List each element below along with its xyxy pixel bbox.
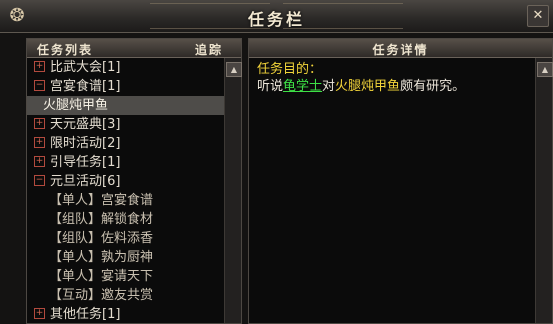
npc-link[interactable]: 龟学士 (283, 79, 322, 94)
task-group-item[interactable]: + 引导任务[1] (27, 153, 224, 172)
expand-icon[interactable]: + (34, 137, 45, 148)
task-item-label: 【组队】解锁食材 (49, 212, 154, 227)
task-item-label: 【单人】孰为厨神 (49, 250, 154, 265)
objective-prefix: 听说 (257, 79, 284, 94)
task-item-label: 【单人】宴请天下 (49, 269, 154, 284)
expand-icon[interactable]: + (34, 61, 45, 72)
task-list: + 比武大会[1] − 宫宴食谱[1] 火腿炖甲鱼 + 天元盛典[3] + 限时活动[2] + 引导… (27, 58, 224, 324)
arrow-up-icon: ▲ (230, 65, 238, 74)
details-scrollbar[interactable]: ▲ (535, 58, 553, 323)
task-item-label: 天元盛典[3] (50, 117, 121, 132)
task-group-item[interactable]: − 宫宴食谱[1] (27, 77, 224, 96)
scroll-up-button[interactable]: ▲ (226, 62, 242, 77)
task-item-label: 元旦活动[6] (50, 174, 121, 189)
expand-icon[interactable]: + (34, 118, 45, 129)
track-button[interactable]: 追踪 (195, 41, 223, 58)
task-details-title: 任务详情 (372, 43, 429, 57)
task-item[interactable]: 【单人】宫宴食谱 (27, 191, 224, 210)
task-list-panel: 任务列表 追踪 + 比武大会[1] − 宫宴食谱[1] 火腿炖甲鱼 + 天元盛典[3] + 限时… (26, 38, 242, 324)
task-list-title: 任务列表 (37, 43, 94, 57)
expand-icon[interactable]: + (34, 156, 45, 167)
expand-icon[interactable]: + (34, 308, 45, 319)
task-item[interactable]: 【组队】解锁食材 (27, 210, 224, 229)
task-item[interactable]: 火腿炖甲鱼 (27, 96, 224, 115)
objective-title: 任务目的： (257, 62, 323, 77)
task-item[interactable]: 【单人】孰为厨神 (27, 248, 224, 267)
objective-mid: 对 (322, 79, 336, 94)
collapse-icon[interactable]: − (34, 175, 45, 186)
title-bar[interactable]: ❂ 任务栏 ✕ (0, 0, 553, 33)
task-list-scrollbar[interactable]: ▲ (224, 58, 242, 323)
details-scroll-up-button[interactable]: ▲ (537, 62, 553, 77)
task-group-item[interactable]: − 元旦活动[6] (27, 172, 224, 191)
task-group-item[interactable]: + 天元盛典[3] (27, 115, 224, 134)
task-item-label: 火腿炖甲鱼 (43, 98, 109, 113)
task-item[interactable]: 【单人】宴请天下 (27, 267, 224, 286)
task-details-panel: 任务详情 任务目的： 听说龟学士对火腿炖甲鱼颇有研究。 ▲ (248, 38, 553, 324)
dish-name: 火腿炖甲鱼 (335, 79, 401, 94)
arrow-up-icon: ▲ (541, 65, 549, 74)
task-details-header: 任务详情 (249, 39, 552, 58)
task-details-content: 任务目的： 听说龟学士对火腿炖甲鱼颇有研究。 (249, 58, 535, 98)
task-item-label: 【单人】宫宴食谱 (49, 193, 154, 208)
task-list-header: 任务列表 追踪 (27, 39, 241, 58)
task-item[interactable]: 【组队】佐料添香 (27, 229, 224, 248)
task-group-item[interactable]: + 比武大会[1] (27, 58, 224, 77)
collapse-icon[interactable]: − (34, 80, 45, 91)
task-item-label: 引导任务[1] (50, 155, 121, 170)
close-icon: ✕ (532, 8, 544, 23)
task-item-label: 【互动】邀友共赏 (49, 288, 154, 303)
task-window: ❂ 任务栏 ✕ 任务列表 追踪 + 比武大会[1] − 宫宴食谱[1] 火腿炖甲鱼 + 天元… (0, 0, 553, 324)
close-button[interactable]: ✕ (527, 5, 549, 27)
task-item-label: 【组队】佐料添香 (49, 231, 154, 246)
task-item-label: 宫宴食谱[1] (50, 79, 121, 94)
task-group-item[interactable]: + 其他任务[1] (27, 305, 224, 324)
task-item-label: 比武大会[1] (50, 60, 121, 75)
task-item[interactable]: 【互动】邀友共赏 (27, 286, 224, 305)
task-item-label: 其他任务[1] (50, 307, 121, 322)
objective-text: 听说龟学士对火腿炖甲鱼颇有研究。 (257, 78, 527, 95)
window-title: 任务栏 (247, 10, 305, 29)
objective-suffix: 颇有研究。 (400, 79, 466, 94)
task-item-label: 限时活动[2] (50, 136, 121, 151)
task-group-item[interactable]: + 限时活动[2] (27, 134, 224, 153)
